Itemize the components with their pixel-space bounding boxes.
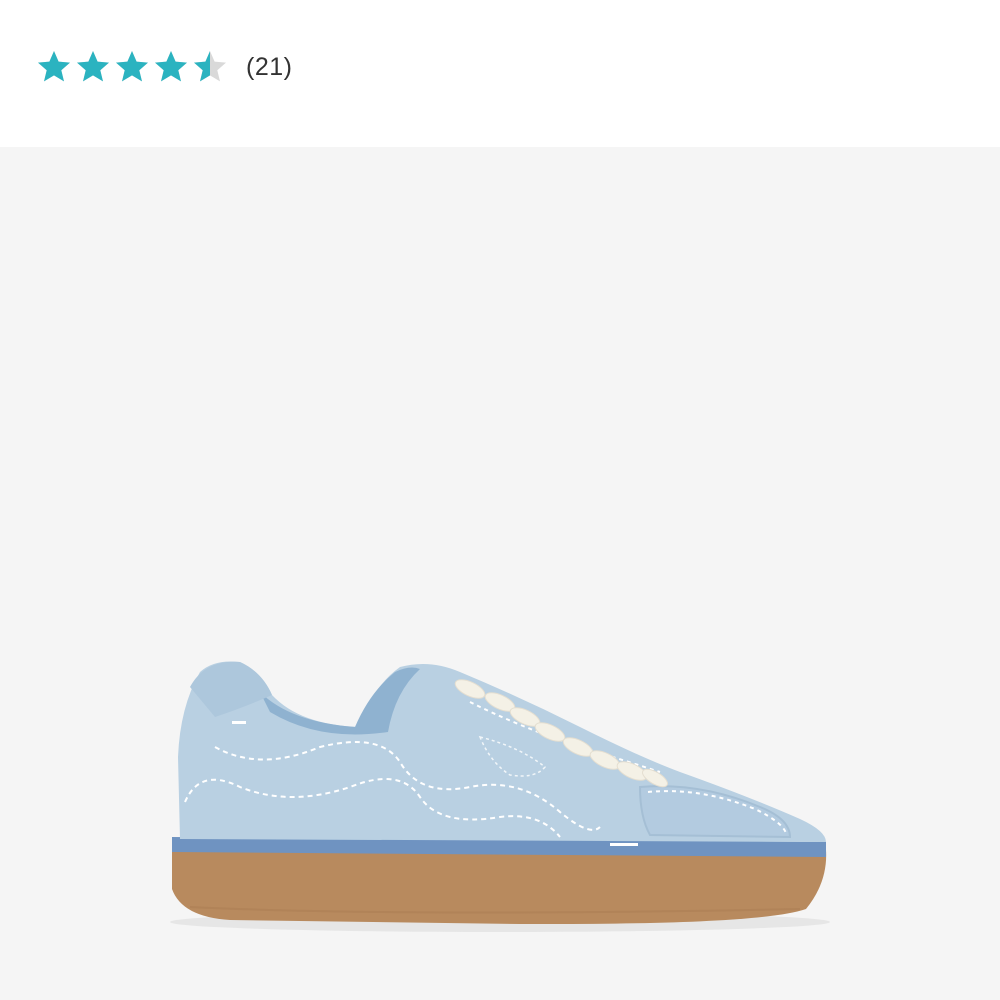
star-icon[interactable] [75, 49, 111, 85]
review-count-link[interactable]: (21) [246, 53, 292, 82]
stitch-accent [232, 721, 246, 724]
product-image-area [0, 147, 1000, 1000]
rating-bar: (21) [0, 0, 1000, 147]
stitch-accent [610, 843, 638, 846]
toe-cap [638, 785, 792, 839]
star-icon[interactable] [192, 49, 228, 85]
sneaker-image[interactable] [0, 147, 1000, 1000]
star-icon[interactable] [36, 49, 72, 85]
star-icon[interactable] [153, 49, 189, 85]
star-rating[interactable] [36, 49, 228, 89]
star-icon[interactable] [114, 49, 150, 85]
